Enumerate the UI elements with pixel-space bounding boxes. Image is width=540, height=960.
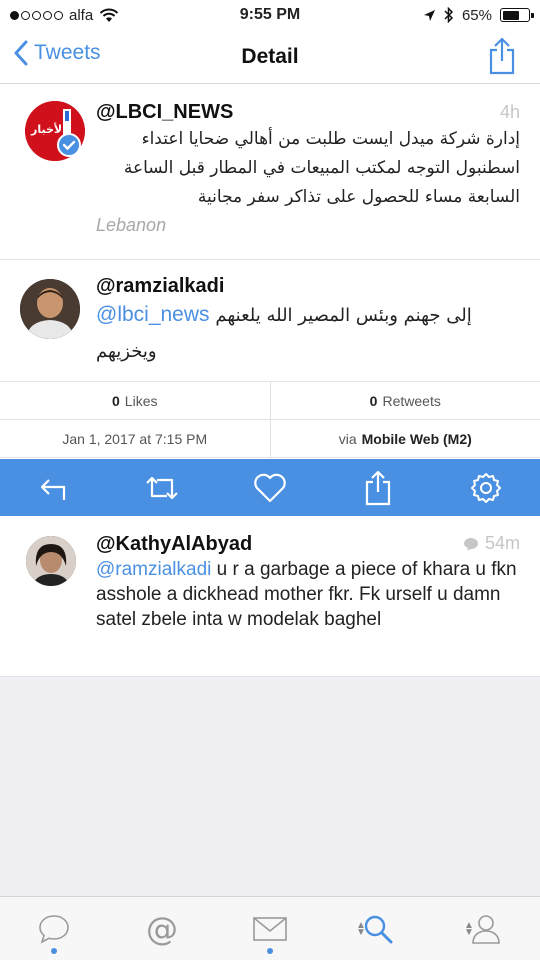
tweet-date-text: Jan 1, 2017 at 7:15 PM xyxy=(62,430,208,447)
tweet-source[interactable]: via Mobile Web (M2) xyxy=(269,420,540,457)
tweet-text-line: اسطنبول التوجه لمكتب المبيعات في المطار … xyxy=(123,158,520,178)
tweet-action-bar xyxy=(0,459,540,516)
chevron-left-icon xyxy=(14,40,28,66)
tweet-text-line: ويخزيهم xyxy=(96,341,157,362)
retweets-count: 0 xyxy=(369,392,378,409)
status-time: 9:55 PM xyxy=(239,6,301,23)
user-photo-icon xyxy=(26,536,76,586)
tweet-text-line: إدارة شركة ميدل ايست طلبت من أهالي ضحايا… xyxy=(141,129,520,149)
tab-mentions[interactable]: @ xyxy=(108,897,216,960)
share-button[interactable] xyxy=(358,468,398,508)
signal-strength-icon xyxy=(10,10,63,20)
tweet-text-line: إلى جهنم وبئس المصير الله يلعنهم xyxy=(215,305,472,326)
avatar[interactable] xyxy=(26,536,76,586)
retweets-label: Retweets xyxy=(382,392,441,409)
status-left: alfa xyxy=(10,7,200,24)
retweets-stat[interactable]: 0 Retweets xyxy=(269,382,540,419)
mentions-icon: @ xyxy=(146,909,178,948)
original-tweet[interactable]: الأخبار @LBCI_NEWS 4h إدارة شركة ميدل اي… xyxy=(0,85,540,260)
tweet-text-line: السابعة مساء للحصول على تذاكر سفر مجانية xyxy=(197,187,520,207)
heart-icon xyxy=(254,473,286,502)
share-icon xyxy=(365,470,391,505)
tweet-location[interactable]: Lebanon xyxy=(96,215,166,236)
location-arrow-icon xyxy=(423,9,435,21)
mention-link[interactable]: @ramzialkadi xyxy=(96,559,211,580)
status-right: 65% xyxy=(340,6,534,24)
reply-button[interactable] xyxy=(34,468,74,508)
tweet-date: Jan 1, 2017 at 7:15 PM xyxy=(0,420,270,457)
battery-icon xyxy=(500,8,534,22)
settings-button[interactable] xyxy=(466,468,506,508)
tweet-author-handle[interactable]: @ramzialkadi xyxy=(96,275,224,298)
detail-tweet: @ramzialkadi @lbci_news إلى جهنم وبئس ال… xyxy=(0,260,540,382)
back-label: Tweets xyxy=(34,41,101,64)
nav-bar: Tweets Detail xyxy=(0,30,540,84)
tweet-text: @lbci_news إلى جهنم وبئس المصير الله يلع… xyxy=(96,300,506,330)
tab-messages[interactable] xyxy=(216,897,324,960)
reply-icon xyxy=(40,478,66,500)
search-icon xyxy=(364,915,393,943)
tweet-stats-row: 0 Likes 0 Retweets xyxy=(0,382,540,420)
user-photo-icon xyxy=(20,279,80,339)
reply-text: @ramzialkadi u r a garbage a piece of kh… xyxy=(96,557,526,632)
retweet-icon xyxy=(146,476,178,499)
likes-stat[interactable]: 0 Likes xyxy=(0,382,270,419)
via-prefix: via xyxy=(338,430,357,447)
updown-arrows-icon: ▲ ▼ xyxy=(356,920,366,938)
likes-count: 0 xyxy=(112,392,120,409)
tweet-author-handle[interactable]: @LBCI_NEWS xyxy=(96,101,233,124)
retweet-button[interactable] xyxy=(142,468,182,508)
tweet-time: 4h xyxy=(499,102,520,122)
tab-timeline[interactable] xyxy=(0,897,108,960)
tweet-text: إدارة شركة ميدل ايست طلبت من أهالي ضحايا… xyxy=(90,125,520,212)
empty-area xyxy=(0,676,540,896)
status-bar: alfa 9:55 PM 65% xyxy=(0,0,540,30)
updown-arrows-icon: ▲ ▼ xyxy=(464,920,474,938)
wifi-icon xyxy=(99,8,119,22)
verified-badge-icon xyxy=(57,133,81,157)
likes-label: Likes xyxy=(124,392,158,409)
bluetooth-icon xyxy=(444,7,454,23)
active-dot xyxy=(267,948,273,954)
messages-icon xyxy=(253,916,287,941)
tweet-meta-row: Jan 1, 2017 at 7:15 PM via Mobile Web (M… xyxy=(0,420,540,458)
back-button[interactable]: Tweets xyxy=(14,40,101,66)
reply-time: 54m xyxy=(484,533,520,553)
profile-icon xyxy=(472,914,500,944)
timeline-icon xyxy=(39,914,69,944)
speech-bubble-icon xyxy=(463,537,478,550)
mention-link[interactable]: @lbci_news xyxy=(96,303,210,326)
reply-author-handle[interactable]: @KathyAlAbyad xyxy=(96,533,252,556)
tab-profile[interactable]: ▲ ▼ xyxy=(432,897,540,960)
tab-search[interactable]: ▲ ▼ xyxy=(324,897,432,960)
tab-bar: @ ▲ ▼ ▲ ▼ xyxy=(0,896,540,960)
reply-meta: 54m xyxy=(463,533,520,554)
avatar[interactable] xyxy=(20,279,80,339)
battery-percent: 65% xyxy=(461,6,492,24)
active-dot xyxy=(51,948,57,954)
like-button[interactable] xyxy=(250,468,290,508)
gear-icon xyxy=(471,472,501,503)
via-client: Mobile Web (M2) xyxy=(361,430,472,447)
carrier-name: alfa xyxy=(69,6,94,24)
battery-level-fill xyxy=(502,10,519,20)
share-icon[interactable] xyxy=(486,36,518,76)
